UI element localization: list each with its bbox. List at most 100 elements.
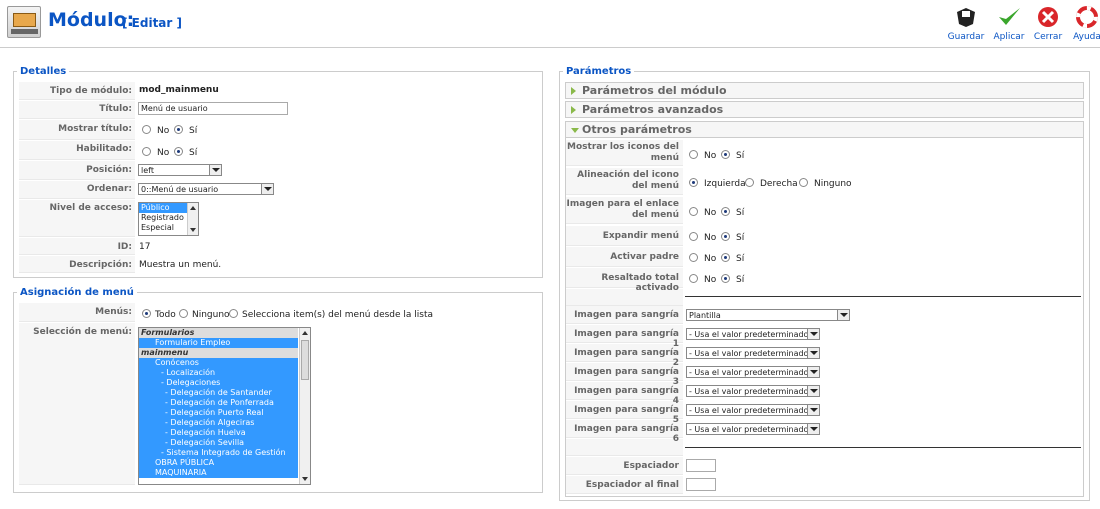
apply-label: Aplicar [993, 32, 1025, 42]
menu-option[interactable]: - Delegación Huelva [139, 428, 298, 438]
alineacion-ninguno-label: Ninguno [814, 179, 852, 189]
ordenar-value: 0::Menú de usuario [141, 185, 219, 194]
apply-icon [997, 6, 1021, 28]
menu-option[interactable]: - Delegación Algeciras [139, 418, 298, 428]
menu-option[interactable]: Formularios [139, 328, 298, 338]
mostrar-titulo-no-radio[interactable] [142, 125, 151, 134]
alineacion-derecha-radio[interactable] [745, 178, 754, 187]
menu-option[interactable]: - Sistema Integrado de Gestión [139, 448, 298, 458]
resaltado-si-label: Sí [736, 275, 745, 285]
mostrar-iconos-si-radio[interactable] [721, 150, 730, 159]
posicion-label: Posición: [86, 165, 132, 175]
page-subtitle: [ Editar ] [122, 16, 182, 30]
expandir-label: Expandir menú [602, 231, 679, 241]
menus-selecciona-radio[interactable] [229, 309, 238, 318]
chevron-down-icon [807, 405, 819, 415]
sangria-3-select[interactable]: - Usa el valor predeterminado - [686, 366, 820, 378]
close-button[interactable]: Cerrar [1028, 6, 1068, 42]
imagen-enlace-no-label: No [704, 208, 717, 218]
mostrar-iconos-label: Mostrar los iconos del menú [567, 142, 679, 163]
sangria-3-label: Imagen para sangría 3 [574, 367, 679, 387]
pane-parametros-avanzados[interactable]: Parámetros avanzados [565, 101, 1084, 118]
alineacion-ninguno-radio[interactable] [799, 178, 808, 187]
menus-todo-radio[interactable] [142, 309, 151, 318]
sangria-4-label: Imagen para sangría 4 [574, 386, 679, 406]
mostrar-iconos-si-label: Sí [736, 151, 745, 161]
pane-parametros-modulo[interactable]: Parámetros del módulo [565, 82, 1084, 99]
espaciador-input[interactable] [686, 459, 716, 472]
help-icon [1075, 6, 1099, 28]
menu-option[interactable]: - Delegación Sevilla [139, 438, 298, 448]
close-label: Cerrar [1033, 32, 1063, 42]
espaciador-final-input[interactable] [686, 478, 716, 491]
nivel-listbox[interactable]: Público Registrado Especial [138, 202, 199, 236]
expandir-si-radio[interactable] [721, 232, 730, 241]
titulo-input[interactable]: Menú de usuario [138, 102, 288, 115]
mostrar-titulo-label: Mostrar título: [58, 124, 132, 134]
ordenar-select[interactable]: 0::Menú de usuario [138, 183, 274, 195]
sangria-2-select[interactable]: - Usa el valor predeterminado - [686, 347, 820, 359]
sangria-1-select[interactable]: - Usa el valor predeterminado - [686, 328, 820, 340]
menu-option[interactable]: mainmenu [139, 348, 298, 358]
sangria-2-value: - Usa el valor predeterminado - [689, 349, 814, 358]
sangria-label: Imagen para sangría [574, 310, 679, 320]
close-icon [1036, 6, 1060, 28]
sangria-4-select[interactable]: - Usa el valor predeterminado - [686, 385, 820, 397]
menus-ninguno-radio[interactable] [179, 309, 188, 318]
sangria-value: Plantilla [689, 311, 721, 320]
mostrar-iconos-no-radio[interactable] [689, 150, 698, 159]
menu-option[interactable]: - Delegación de Ponferrada [139, 398, 298, 408]
menu-option[interactable]: OBRA PÚBLICA [139, 458, 298, 468]
menu-option[interactable]: - Delegación Puerto Real [139, 408, 298, 418]
sangria-1-label: Imagen para sangría 1 [574, 329, 679, 349]
sangria-6-value: - Usa el valor predeterminado - [689, 425, 814, 434]
habilitado-label: Habilitado: [76, 144, 132, 154]
expandir-no-radio[interactable] [689, 232, 698, 241]
menu-option[interactable]: MAQUINARIA [139, 468, 298, 478]
menu-option[interactable]: Formulario Empleo [139, 338, 298, 348]
tipo-value: mod_mainmenu [139, 85, 219, 95]
espaciador-final-label: Espaciador al final [585, 480, 679, 490]
menu-option[interactable]: - Delegación de Santander [139, 388, 298, 398]
assignment-legend: Asignación de menú [20, 287, 134, 298]
resaltado-no-radio[interactable] [689, 274, 698, 283]
details-legend: Detalles [20, 66, 67, 77]
chevron-down-icon [209, 165, 221, 175]
help-button[interactable]: Ayuda [1067, 6, 1100, 42]
resaltado-si-radio[interactable] [721, 274, 730, 283]
menu-selection-listbox[interactable]: Formularios Formulario Empleo mainmenu Conó… [138, 327, 311, 485]
separator [685, 296, 1081, 297]
sangria-5-value: - Usa el valor predeterminado - [689, 406, 814, 415]
pane-otros-parametros[interactable]: Otros parámetros [565, 121, 1084, 138]
pane-title: Otros parámetros [582, 123, 692, 136]
posicion-select[interactable]: left [138, 164, 222, 176]
activar-padre-no-radio[interactable] [689, 253, 698, 262]
habilitado-no-radio[interactable] [142, 147, 151, 156]
habilitado-si-radio[interactable] [174, 147, 183, 156]
sangria-6-select[interactable]: - Usa el valor predeterminado - [686, 423, 820, 435]
activar-padre-si-radio[interactable] [721, 253, 730, 262]
imagen-enlace-label: Imagen para el enlace del menú [566, 199, 679, 220]
mostrar-titulo-si-radio[interactable] [174, 125, 183, 134]
collapse-arrow-icon [571, 128, 579, 133]
header: Módulo: [ Editar ] Guardar Aplicar Cerra… [0, 0, 1100, 48]
expand-arrow-icon [571, 106, 576, 114]
mostrar-titulo-si-label: Sí [189, 126, 198, 136]
descripcion-label: Descripción: [69, 260, 132, 270]
menu-option[interactable]: Conócenos [139, 358, 298, 368]
menu-option[interactable]: - Localización [139, 368, 298, 378]
chevron-down-icon [807, 329, 819, 339]
resaltado-label: Resaltado total activado [601, 273, 679, 293]
titulo-label: Título: [99, 104, 132, 114]
sangria-5-select[interactable]: - Usa el valor predeterminado - [686, 404, 820, 416]
apply-button[interactable]: Aplicar [989, 6, 1029, 42]
imagen-enlace-no-radio[interactable] [689, 207, 698, 216]
descripcion-value: Muestra un menú. [139, 260, 222, 270]
menu-scrollbar[interactable] [299, 328, 310, 484]
menu-option[interactable]: - Delegaciones [139, 378, 298, 388]
sangria-select[interactable]: Plantilla [686, 309, 850, 321]
imagen-enlace-si-radio[interactable] [721, 207, 730, 216]
alineacion-izquierda-radio[interactable] [689, 178, 698, 187]
nivel-scrollbar[interactable] [187, 203, 198, 235]
save-button[interactable]: Guardar [946, 6, 986, 42]
